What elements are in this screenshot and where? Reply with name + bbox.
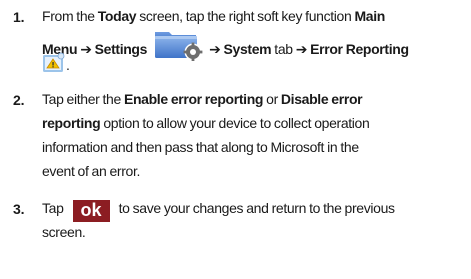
step-line: From the Today screen, tap the right sof… [42,4,467,28]
disable-error-label: Disable error [280,91,363,107]
text-run: option to allow your device to collect o… [100,115,370,131]
step-line: Menu ➔ Settings ➔ System tab ➔ Error Rep… [42,28,467,62]
step-text: Tap either the Enable error reporting or… [42,87,467,183]
enable-error-reporting-label: Enable error reporting [123,91,264,107]
step-number: 1. [13,9,25,25]
step-line: reporting option to allow your device to… [42,111,467,135]
system-label: System [223,41,272,57]
text-run: screen, tap the right soft key function [136,8,355,24]
step-line: event of an error. [42,163,141,179]
today-label: Today [97,8,137,24]
text-run: From the [42,8,98,24]
step-line: Tap either the Enable error reporting or… [42,87,467,111]
step-number: 3. [13,201,25,217]
step-number: 2. [13,92,25,108]
settings-folder-icon [153,28,205,62]
text-run: tab [271,41,296,57]
main-label: Main [354,8,385,24]
settings-label: Settings [94,41,148,57]
text-run: . [66,57,70,73]
arrow-icon: ➔ [295,41,308,57]
manual-page: 1. From the Today screen, tap the right … [0,0,471,279]
error-reporting-label: Error Reporting [310,41,409,57]
text-run: to save your changes and return to the p… [115,200,395,216]
text-run: or [263,91,281,107]
step-line: Tap ok to save your changes and return t… [42,196,467,222]
step-text: From the Today screen, tap the right sof… [42,4,467,76]
error-reporting-icon [42,52,66,74]
arrow-icon: ➔ [209,41,221,57]
ok-button-icon: ok [72,200,110,222]
reporting-label: reporting [42,115,101,131]
step-line: information and then pass that along to … [42,139,359,155]
arrow-icon: ➔ [80,41,92,57]
step-text: Tap ok to save your changes and return t… [42,196,467,244]
step-line: screen. [42,224,86,240]
text-run: Tap either the [42,91,124,107]
text-run: Tap [42,200,67,216]
